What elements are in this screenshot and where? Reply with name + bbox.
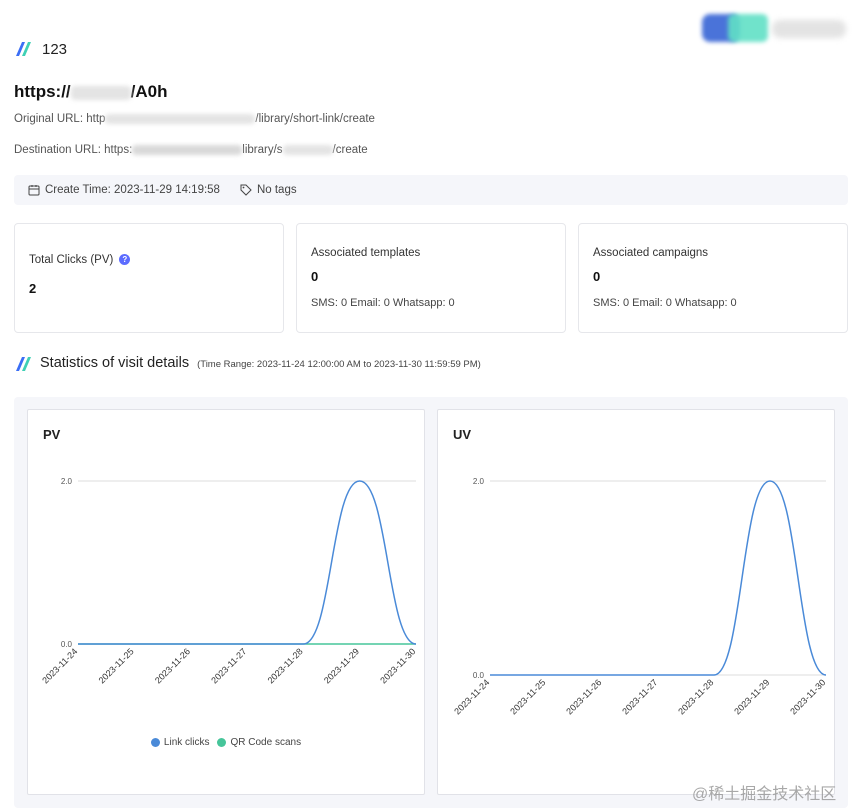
page-title: 123 <box>42 40 68 58</box>
x-tick-label: 2023-11-27 <box>209 646 248 685</box>
stats-title: Statistics of visit details <box>40 355 190 371</box>
double-slash-icon <box>16 357 31 371</box>
destination-url-label: Destination URL: <box>14 144 101 156</box>
x-tick-label: 2023-11-28 <box>676 677 715 716</box>
original-url-prefix: http <box>86 113 106 125</box>
double-slash-icon <box>16 42 31 56</box>
y-tick-label: 2.0 <box>473 477 485 486</box>
campaigns-value: 0 <box>593 269 601 284</box>
brand-logo <box>700 12 850 46</box>
original-url: Original URL: http/library/short-link/cr… <box>14 113 375 125</box>
stats-section-header: Statistics of visit details (Time Range:… <box>14 355 481 373</box>
create-time-text: Create Time: 2023-11-29 14:19:58 <box>45 184 220 196</box>
info-bar: Create Time: 2023-11-29 14:19:58 No tags <box>14 175 848 205</box>
watermark: @稀土掘金技术社区 <box>692 786 837 803</box>
x-tick-label: 2023-11-25 <box>97 646 136 685</box>
redacted-domain <box>70 85 131 100</box>
redacted-domain <box>132 144 243 155</box>
x-tick-label: 2023-11-26 <box>153 646 192 685</box>
legend-dot <box>150 738 160 747</box>
total-clicks-card: Total Clicks (PV)? 2 <box>14 223 284 333</box>
x-tick-label: 2023-11-24 <box>40 646 79 685</box>
tags: No tags <box>240 184 297 196</box>
x-tick-label: 2023-11-29 <box>322 646 361 685</box>
total-clicks-value: 2 <box>29 281 37 296</box>
x-tick-label: 2023-11-26 <box>564 677 603 716</box>
uv-chart: UV 2.0 0.0 2023-11-24 2023-11-25 2023-11-26 2… <box>437 409 835 795</box>
destination-url: Destination URL: https: library/s/create <box>14 144 368 156</box>
campaigns-card: Associated campaigns 0 SMS: 0 Email: 0 W… <box>578 223 848 333</box>
x-tick-label: 2023-11-29 <box>732 677 771 716</box>
x-tick-label: 2023-11-30 <box>788 677 827 716</box>
pv-chart: PV 2.0 0.0 2023-11-24 2023-11-25 2023-11-26 2… <box>27 409 425 795</box>
legend-label: QR Code scans <box>230 737 302 748</box>
total-clicks-label-text: Total Clicks (PV) <box>29 254 114 266</box>
y-tick-label: 2.0 <box>61 477 73 486</box>
short-url-prefix: https:// <box>14 82 71 101</box>
total-clicks-label: Total Clicks (PV)? <box>29 254 131 266</box>
templates-breakdown: SMS: 0 Email: 0 Whatsapp: 0 <box>311 297 455 309</box>
legend-item-link-clicks[interactable]: Link clicks <box>150 737 210 748</box>
uv-plot: 2.00.02023-11-24 2023-11-25 2023-11-26 2023… <box>452 477 827 716</box>
templates-label: Associated templates <box>311 247 421 259</box>
page-header: 123 <box>14 40 67 58</box>
series-line <box>489 480 827 676</box>
x-tick-label: 2023-11-25 <box>508 677 547 716</box>
short-url-suffix: /A0h <box>130 82 168 101</box>
calendar-icon <box>28 185 40 196</box>
short-url: https:// /A0h <box>14 82 168 102</box>
original-url-suffix: /library/short-link/create <box>255 113 375 125</box>
series-line <box>78 480 417 645</box>
help-icon[interactable]: ? <box>119 254 131 266</box>
destination-url-prefix: https: <box>104 144 133 156</box>
x-tick-label: 2023-11-27 <box>620 677 659 716</box>
tags-text: No tags <box>256 184 297 196</box>
stats-time-range: (Time Range: 2023-11-24 12:00:00 AM to 2… <box>197 359 481 370</box>
legend-item-qr-scans[interactable]: QR Code scans <box>217 737 301 748</box>
destination-url-mid: library/s <box>242 144 283 156</box>
legend-dot <box>217 738 227 747</box>
chart-legend: Link clicks QR Code scans <box>28 737 424 748</box>
legend-label: Link clicks <box>163 737 210 748</box>
templates-value: 0 <box>311 269 319 284</box>
x-tick-label: 2023-11-24 <box>452 677 491 716</box>
x-tick-label: 2023-11-28 <box>266 646 305 685</box>
tag-icon <box>240 184 252 196</box>
campaigns-breakdown: SMS: 0 Email: 0 Whatsapp: 0 <box>593 297 737 309</box>
create-time: Create Time: 2023-11-29 14:19:58 <box>28 184 220 196</box>
destination-url-suffix: /create <box>332 144 368 156</box>
campaigns-label: Associated campaigns <box>593 247 709 259</box>
original-url-label: Original URL: <box>14 113 84 125</box>
redacted-domain <box>105 113 256 124</box>
x-tick-label: 2023-11-30 <box>378 646 417 685</box>
templates-card: Associated templates 0 SMS: 0 Email: 0 W… <box>296 223 566 333</box>
redacted-path <box>282 144 333 155</box>
